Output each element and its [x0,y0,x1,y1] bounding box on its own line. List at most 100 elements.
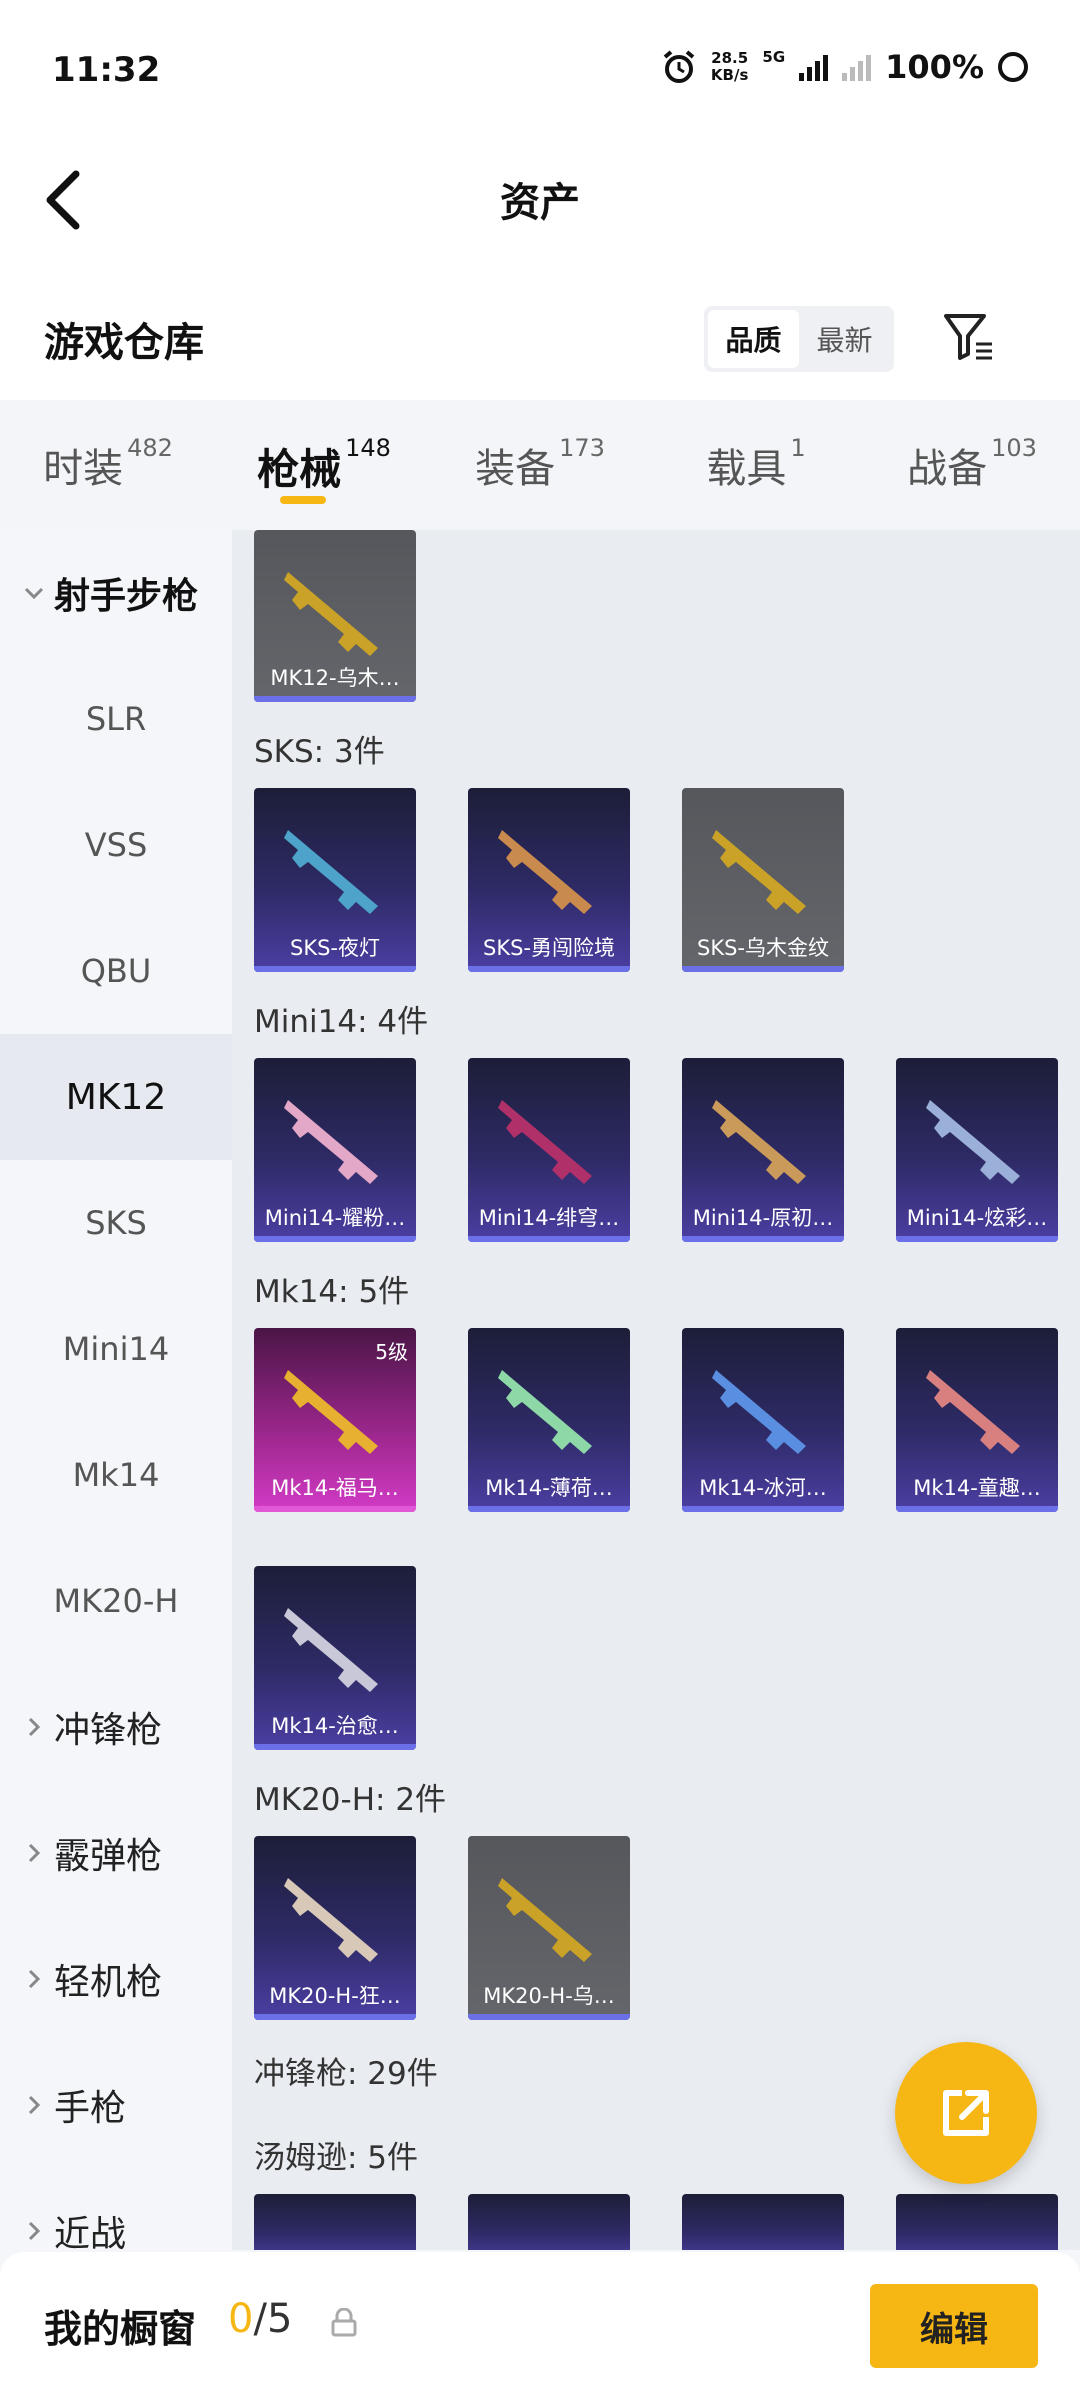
weapon-card[interactable]: Mk14-薄荷… [468,1328,630,1512]
sidebar-item-mk12[interactable]: MK12 [0,1034,232,1160]
sidebar-item-vss[interactable]: VSS [0,782,232,908]
tab-count: 1 [790,434,806,462]
sidebar-group-melee[interactable]: 近战 [0,2168,232,2250]
sidebar-item-mk14[interactable]: Mk14 [0,1412,232,1538]
sidebar-item-qbu[interactable]: QBU [0,908,232,1034]
tab-equipment[interactable]: 装备 173 [432,400,648,530]
tab-count: 148 [345,434,391,462]
sidebar-group-pistol[interactable]: 手枪 [0,2042,232,2168]
sidebar-item-mini14[interactable]: Mini14 [0,1286,232,1412]
tab-label: 载具 [706,446,787,492]
weapon-name: MK20-H-狂… [269,1984,401,2008]
chevron-right-icon [28,1969,41,1989]
weapon-name: MK20-H-乌… [483,1984,615,2008]
sidebar-group-shotgun[interactable]: 霰弹枪 [0,1790,232,1916]
showcase-current: 0 [228,2296,254,2342]
weapon-card[interactable]: SKS-勇闯险境 [468,788,630,972]
weapon-card[interactable] [468,2194,630,2250]
weapon-name: MK12-乌木… [270,666,400,690]
rifle-icon [284,1100,378,1184]
status-time: 11:32 [52,50,161,90]
net-speed-value: 28.5 [711,49,749,67]
category-tabs: 时装 482 枪械 148 装备 173 载具 1 战备 103 [0,400,1080,530]
showcase-separator: / [253,2296,267,2342]
rarity-bar [682,1506,844,1512]
rarity-bar [468,966,630,972]
sort-option-quality[interactable]: 品质 [708,310,799,368]
weapon-card[interactable]: 5级 Mk14-福马… [254,1328,416,1512]
weapon-card[interactable]: Mini14-耀粉… [254,1058,416,1242]
sort-option-latest[interactable]: 最新 [799,310,890,368]
tab-supplies[interactable]: 战备 103 [864,400,1080,530]
signal-strength-icon [799,53,829,81]
status-indicators: 28.5 KB/s 5G 100% [661,48,1028,86]
tab-label: 枪械 [257,445,342,494]
rarity-bar [254,2014,416,2020]
external-link-icon [943,2090,989,2136]
weapon-card[interactable]: Mini14-绯穹… [468,1058,630,1242]
status-bar: 11:32 28.5 KB/s 5G 100% [0,0,1080,140]
sidebar-item-sks[interactable]: SKS [0,1160,232,1286]
weapon-card[interactable]: Mini14-原初… [682,1058,844,1242]
weapon-card[interactable]: Mk14-治愈… [254,1566,416,1750]
warehouse-title: 游戏仓库 [44,320,204,366]
weapon-name: SKS-夜灯 [289,936,380,960]
group-label: Mini14: 4件 [254,1004,429,1040]
rifle-icon [284,1370,378,1454]
weapon-name: Mini14-耀粉… [264,1206,406,1230]
rarity-bar [468,1506,630,1512]
weapon-card[interactable]: SKS-乌木金纹 [682,788,844,972]
rifle-icon [284,830,378,914]
rifle-icon [926,1100,1020,1184]
sidebar-item-slr[interactable]: SLR [0,656,232,782]
rifle-icon [284,1608,378,1692]
lock-icon [331,2308,357,2337]
weapon-name: Mini14-炫彩… [906,1206,1048,1230]
tab-label: 装备 [475,446,556,492]
edit-button[interactable]: 编辑 [870,2284,1038,2368]
rifle-icon [712,1370,806,1454]
sidebar-group-smg[interactable]: 冲锋枪 [0,1664,232,1790]
filter-icon[interactable] [940,308,996,364]
group-label: 冲锋枪: 29件 [254,2056,438,2092]
weapon-card[interactable] [682,2194,844,2250]
chevron-right-icon [28,2095,41,2115]
rarity-bar [468,1236,630,1242]
weapon-card[interactable]: Mini14-炫彩… [896,1058,1058,1242]
page-title: 资产 [500,180,580,226]
sidebar-group-marksman-rifles[interactable]: 射手步枪 [0,530,232,656]
tab-label: 时装 [43,446,124,492]
weapon-name: Mk14-童趣… [913,1476,1041,1500]
showcase-bar: 我的橱窗 0/5 编辑 [0,2252,1080,2400]
weapon-card[interactable] [254,2194,416,2250]
sidebar-group-label: 轻机枪 [54,1962,163,2003]
sidebar-group-lmg[interactable]: 轻机枪 [0,1916,232,2042]
sidebar-group-label: 手枪 [54,2088,127,2129]
weapon-card[interactable]: MK20-H-狂… [254,1836,416,2020]
group-label: SKS: 3件 [254,734,385,770]
weapon-name: Mini14-原初… [692,1206,834,1230]
sidebar-item-mk20h[interactable]: MK20-H [0,1538,232,1664]
tab-firearms[interactable]: 枪械 148 [216,400,432,530]
weapon-card[interactable]: SKS-夜灯 [254,788,416,972]
weapon-card[interactable]: MK12-乌木… [254,530,416,702]
weapon-card[interactable]: Mk14-冰河… [682,1328,844,1512]
weapon-card[interactable] [896,2194,1058,2250]
rifle-icon [498,1370,592,1454]
rarity-bar [896,1506,1058,1512]
showcase-total: 5 [266,2296,293,2342]
battery-icon [998,52,1028,82]
rarity-bar [254,966,416,972]
group-label: 汤姆逊: 5件 [254,2140,419,2176]
weapon-name: Mk14-冰河… [699,1476,827,1500]
sort-toggle: 品质 最新 [704,306,894,372]
share-button[interactable] [895,2042,1037,2184]
chevron-right-icon [28,2221,41,2241]
weapon-card[interactable]: Mk14-童趣… [896,1328,1058,1512]
weapon-card[interactable]: MK20-H-乌… [468,1836,630,2020]
rifle-icon [284,572,378,656]
tab-vehicles[interactable]: 载具 1 [648,400,864,530]
net-speed-unit: KB/s [710,66,749,84]
weapon-name: Mk14-薄荷… [485,1476,613,1500]
tab-fashion[interactable]: 时装 482 [0,400,216,530]
